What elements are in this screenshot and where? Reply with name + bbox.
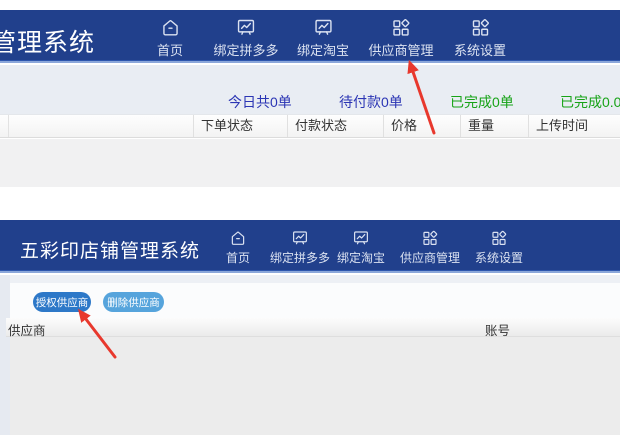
nav-item-system-settings[interactable]: 系统设置 <box>454 17 506 59</box>
chart-board-icon <box>291 229 309 247</box>
suppliers-table-body-empty <box>10 337 620 435</box>
toolbar-panel <box>10 283 620 318</box>
nav-item-supplier-management[interactable]: 供应商管理 <box>368 17 433 59</box>
column-header-weight: 重量 <box>460 115 528 137</box>
nav-item-label: 系统设置 <box>475 249 523 266</box>
nav-item-bind-pinduoduo[interactable]: 绑定拼多多 <box>213 17 278 59</box>
nav-item-label: 首页 <box>157 40 183 59</box>
nav-item-label: 供应商管理 <box>400 249 460 266</box>
authorize-supplier-button[interactable]: 授权供应商 <box>33 292 91 312</box>
grid-icon <box>469 17 490 38</box>
order-stats-bar: 今日共0单 待付款0单 已完成0单 已完成0.0 <box>0 65 620 114</box>
grid-icon <box>490 229 508 247</box>
nav-item-label: 首页 <box>226 249 250 266</box>
nav-item-label: 供应商管理 <box>368 40 433 59</box>
nav-item-home[interactable]: 首页 <box>226 229 250 266</box>
left-gutter <box>0 275 10 435</box>
stat-completed-amount: 已完成0.0 <box>560 92 620 112</box>
top-navbar: 管理系统 首页 绑定拼多多 绑定淘宝 供应商管理 <box>0 10 620 63</box>
nav-item-system-settings[interactable]: 系统设置 <box>475 229 523 266</box>
nav-item-supplier-management[interactable]: 供应商管理 <box>400 229 460 266</box>
nav-item-bind-pinduoduo[interactable]: 绑定拼多多 <box>270 229 330 266</box>
stat-today-total: 今日共0单 <box>228 92 292 112</box>
column-header-payment-status: 付款状态 <box>287 115 383 137</box>
nav-item-label: 系统设置 <box>454 40 506 59</box>
screenshot-root: 管理系统 首页 绑定拼多多 绑定淘宝 供应商管理 <box>0 0 620 444</box>
column-divider <box>8 115 9 137</box>
home-icon <box>159 17 180 38</box>
nav-item-home[interactable]: 首页 <box>157 17 183 59</box>
stat-pending-payment: 待付款0单 <box>339 92 403 112</box>
home-icon <box>229 229 247 247</box>
delete-supplier-button[interactable]: 删除供应商 <box>103 292 164 312</box>
grid-icon <box>390 17 411 38</box>
stat-completed-count: 已完成0单 <box>450 92 514 112</box>
grid-icon <box>421 229 439 247</box>
nav-item-label: 绑定淘宝 <box>337 249 385 266</box>
app-title: 五彩印店铺管理系统 <box>20 236 200 263</box>
nav-item-label: 绑定淘宝 <box>297 40 349 59</box>
column-header-price: 价格 <box>383 115 460 137</box>
column-header-order-status: 下单状态 <box>193 115 287 137</box>
bottom-navbar: 五彩印店铺管理系统 首页 绑定拼多多 绑定淘宝 供应商管理 <box>0 220 620 273</box>
chart-board-icon <box>235 17 256 38</box>
column-header-upload-time: 上传时间 <box>528 115 620 137</box>
chart-board-icon <box>352 229 370 247</box>
suppliers-table-header: 供应商 账号 <box>6 318 620 337</box>
nav-item-label: 绑定拼多多 <box>213 40 278 59</box>
chart-board-icon <box>312 17 333 38</box>
nav-item-label: 绑定拼多多 <box>270 249 330 266</box>
orders-table-body-empty <box>0 139 620 187</box>
nav-item-bind-taobao[interactable]: 绑定淘宝 <box>337 229 385 266</box>
app-title-partial: 管理系统 <box>0 23 95 59</box>
orders-table-header: 下单状态 付款状态 价格 重量 上传时间 <box>0 114 620 138</box>
nav-item-bind-taobao[interactable]: 绑定淘宝 <box>297 17 349 59</box>
